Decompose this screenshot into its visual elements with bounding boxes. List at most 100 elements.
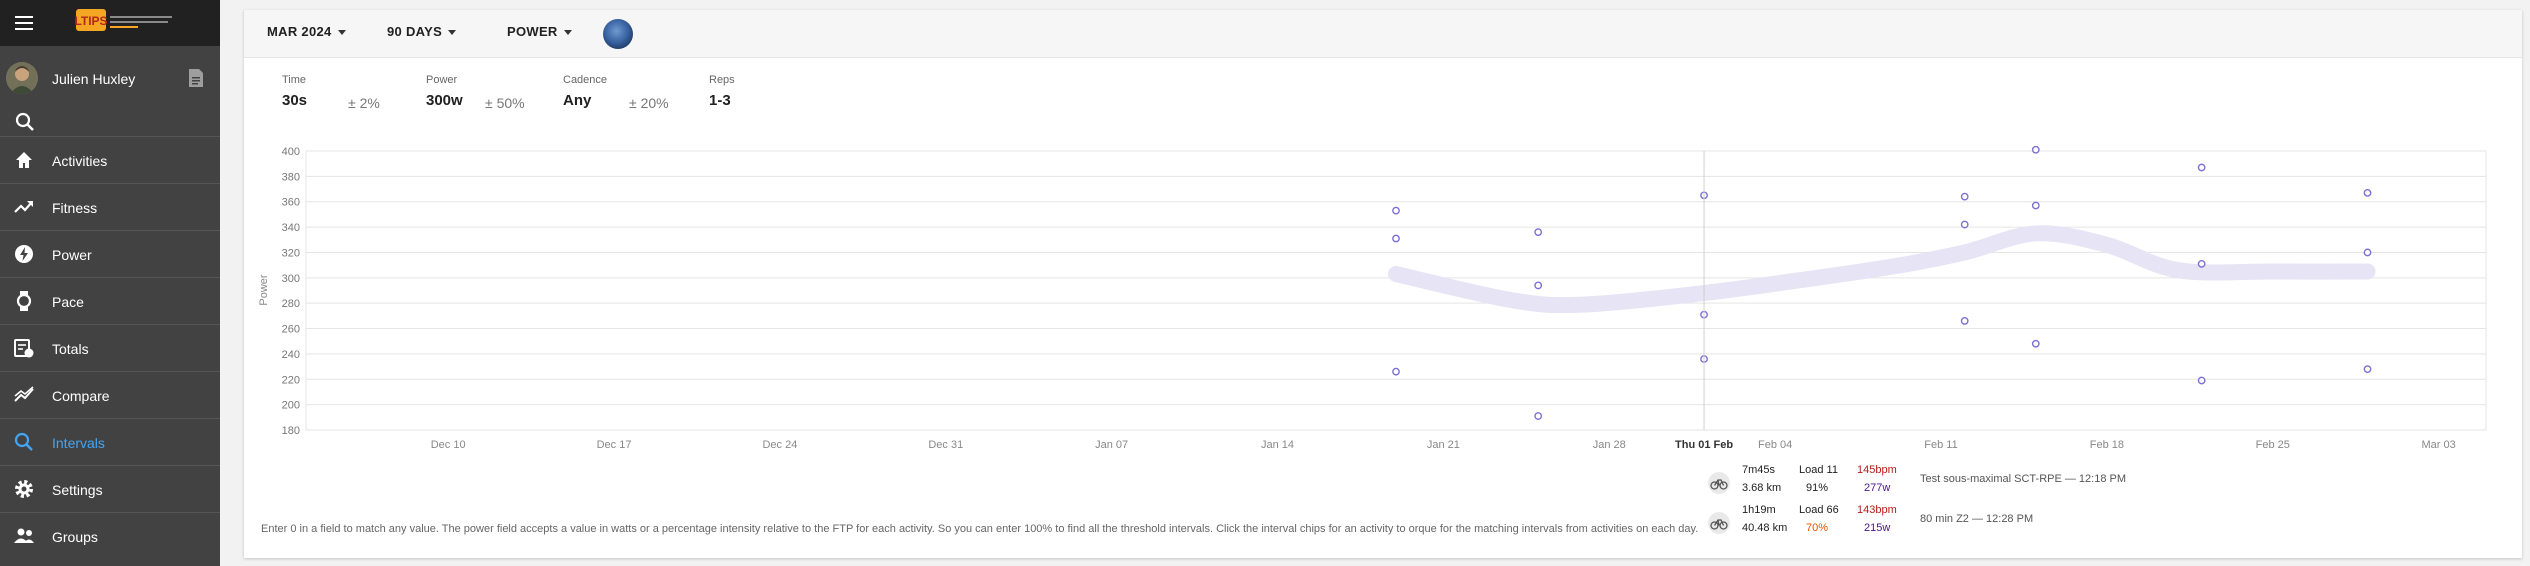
chevron-down-icon (448, 30, 457, 36)
groups-icon (14, 528, 34, 543)
time-filter-value[interactable]: 30s (282, 92, 307, 109)
sidebar-item-fitness[interactable]: Fitness (0, 183, 220, 230)
data-point[interactable] (2031, 201, 2040, 210)
month-dropdown[interactable]: MAR 2024 (267, 24, 346, 44)
activity-watts: 215w (1864, 522, 1891, 534)
reps-filter-value[interactable]: 1-3 (709, 92, 735, 109)
data-point[interactable] (2363, 248, 2372, 257)
activity-watts: 277w (1864, 482, 1891, 494)
activity-description[interactable]: 80 min Z2 — 12:28 PM (1920, 513, 2033, 525)
search-icon (14, 432, 33, 451)
data-point[interactable] (2031, 339, 2040, 348)
totals-icon (14, 339, 34, 358)
sidebar-item-settings[interactable]: Settings (0, 465, 220, 512)
data-point[interactable] (1960, 192, 1969, 201)
trend-line (1388, 225, 2376, 314)
sidebar-item-power[interactable]: Power (0, 230, 220, 277)
data-point[interactable] (2197, 376, 2206, 385)
reps-filter-label: Reps (709, 74, 735, 86)
chart-points (1392, 145, 2372, 420)
avatar[interactable] (6, 62, 38, 94)
data-point[interactable] (2363, 365, 2372, 374)
month-dropdown-label: MAR 2024 (267, 24, 332, 39)
home-icon (16, 152, 32, 168)
toolbar: MAR 2024 90 DAYS POWER (244, 10, 2522, 58)
y-tick-label: 300 (282, 273, 300, 285)
data-point[interactable] (1960, 317, 1969, 325)
intervals-panel: MAR 2024 90 DAYS POWER Time 30s ± 2% Pow… (244, 10, 2522, 558)
cadence-filter-tolerance[interactable]: ± 20% (629, 95, 669, 111)
data-point[interactable] (1534, 228, 1543, 237)
sidebar-item-label: Intervals (52, 435, 105, 451)
intervals-chart[interactable]: 180 200 220 240 260 280 300 320 340 360 380 400 Dec… (244, 135, 2522, 465)
data-point[interactable] (2363, 188, 2372, 197)
y-tick-label: 320 (282, 247, 300, 259)
range-dropdown[interactable]: 90 DAYS (387, 24, 457, 44)
reps-filter[interactable]: Reps 1-3 (709, 74, 735, 109)
tooltip-activity-row[interactable]: 7m45s 3.68 km Load 11 91% 145bpm 277w Te… (1702, 464, 2140, 502)
data-point[interactable] (1392, 367, 1400, 376)
sidebar-item-pace[interactable]: Pace (0, 277, 220, 324)
x-tick-label: Mar 03 (2421, 439, 2455, 451)
app-logo[interactable]: LTIPS (74, 6, 178, 38)
user-row[interactable]: Julien Huxley (0, 58, 220, 98)
y-tick-label: 400 (282, 146, 300, 158)
search-icon[interactable] (14, 111, 36, 133)
sidebar-item-totals[interactable]: Totals (0, 324, 220, 371)
sidebar-item-groups[interactable]: Groups (0, 512, 220, 559)
data-point[interactable] (1534, 412, 1543, 420)
y-tick-label: 380 (282, 171, 300, 183)
y-tick-label: 280 (282, 298, 300, 310)
sidebar-item-label: Settings (52, 482, 103, 498)
data-point[interactable] (2197, 259, 2206, 268)
top-bar: LTIPS (0, 0, 220, 46)
data-point[interactable] (2197, 163, 2206, 172)
x-tick-label: Dec 31 (928, 439, 963, 451)
sidebar-item-label: Compare (52, 388, 110, 404)
sidebar-item-label: Totals (52, 341, 89, 357)
power-filter-tolerance[interactable]: ± 50% (485, 95, 525, 111)
data-point[interactable] (1534, 281, 1543, 290)
compare-icon (14, 386, 34, 402)
sidebar-item-intervals[interactable]: Intervals (0, 418, 220, 465)
chart-grid (305, 150, 2487, 431)
x-axis-labels: Dec 10 Dec 17 Dec 24 Dec 31 Jan 07 Jan 14 Jan … (431, 439, 2456, 451)
power-filter-value[interactable]: 300w (426, 92, 463, 109)
athlete-avatar[interactable] (603, 19, 633, 49)
sidebar-item-label: Pace (52, 294, 84, 310)
data-point[interactable] (2031, 145, 2040, 154)
watch-icon (16, 291, 32, 311)
time-filter[interactable]: Time 30s ± 2% (282, 74, 380, 111)
tooltip-activity-row[interactable]: 1h19m 40.48 km Load 66 70% 143bpm 215w 8… (1702, 504, 2140, 542)
sidebar-item-activities[interactable]: Activities (0, 136, 220, 183)
activity-description[interactable]: Test sous-maximal SCT-RPE — 12:18 PM (1920, 473, 2126, 485)
user-name: Julien Huxley (52, 71, 136, 87)
sidebar-item-label: Fitness (52, 200, 98, 216)
power-filter-label: Power (426, 74, 458, 86)
x-tick-label: Jan 07 (1095, 439, 1128, 451)
bike-icon (1708, 472, 1730, 494)
power-filter[interactable]: Power 300w ± 50% (426, 74, 525, 111)
data-point[interactable] (1392, 234, 1400, 243)
activity-duration: 7m45s (1742, 464, 1776, 476)
time-filter-tolerance[interactable]: ± 2% (348, 95, 380, 111)
cadence-filter[interactable]: Cadence Any ± 20% (563, 74, 669, 111)
y-tick-label: 220 (282, 374, 300, 386)
activity-tooltip[interactable]: 7m45s 3.68 km Load 11 91% 145bpm 277w Te… (1702, 460, 2140, 542)
x-tick-label: Thu 01 Feb (1675, 439, 1733, 451)
sidebar-item-label: Groups (52, 529, 98, 545)
notes-icon[interactable] (188, 68, 204, 88)
svg-text:LTIPS: LTIPS (74, 14, 107, 28)
y-tick-label: 240 (282, 349, 300, 361)
x-tick-label: Jan 14 (1261, 439, 1294, 451)
data-point[interactable] (1392, 206, 1400, 215)
x-tick-label: Dec 17 (597, 439, 632, 451)
bike-icon (1708, 512, 1730, 534)
data-point[interactable] (1960, 220, 1969, 229)
sidebar-item-compare[interactable]: Compare (0, 371, 220, 418)
x-tick-label: Feb 18 (2090, 439, 2124, 451)
menu-icon[interactable] (12, 11, 36, 35)
y-tick-label: 200 (282, 400, 300, 412)
metric-dropdown[interactable]: POWER (507, 24, 572, 44)
cadence-filter-value[interactable]: Any (563, 92, 607, 109)
